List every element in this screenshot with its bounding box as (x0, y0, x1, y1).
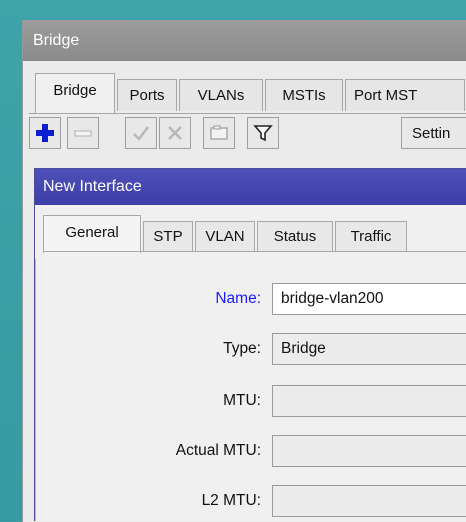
remove-button[interactable] (67, 117, 99, 149)
comment-button[interactable] (203, 117, 235, 149)
l2mtu-input[interactable] (272, 485, 466, 517)
l2mtu-label: L2 MTU: (201, 492, 261, 509)
actual-mtu-row: Actual MTU: (36, 435, 466, 469)
tab-divider (29, 113, 466, 114)
dialog-tab-divider (43, 251, 466, 252)
settings-button[interactable]: Settin (401, 117, 466, 149)
type-field: Bridge (272, 333, 466, 365)
check-icon (133, 126, 149, 141)
tab-ports[interactable]: Ports (117, 79, 177, 111)
enable-button[interactable] (125, 117, 157, 149)
actual-mtu-field (272, 435, 466, 467)
general-form: Name: bridge-vlan200 Type: Bridge MTU: A… (35, 259, 466, 521)
tab-bridge[interactable]: Bridge (35, 73, 115, 113)
tab-stp[interactable]: STP (143, 221, 193, 251)
tab-port-mst[interactable]: Port MST (345, 79, 465, 111)
name-input[interactable]: bridge-vlan200 (272, 283, 466, 315)
tab-mstis[interactable]: MSTIs (265, 79, 343, 111)
name-label: Name: (215, 290, 261, 307)
filter-button[interactable] (247, 117, 279, 149)
mtu-row: MTU: (36, 385, 466, 419)
add-button[interactable] (29, 117, 61, 149)
dialog-title: New Interface (35, 169, 466, 205)
minus-icon (74, 130, 92, 137)
x-icon (168, 126, 182, 140)
bridge-toolbar: Settin (29, 117, 466, 157)
dialog-tabbar: General STP VLAN Status Traffic (43, 213, 466, 259)
l2mtu-row: L2 MTU: (36, 485, 466, 519)
tab-general[interactable]: General (43, 215, 141, 253)
disable-button[interactable] (159, 117, 191, 149)
bridge-window-title: Bridge (23, 21, 466, 61)
mtu-input[interactable] (272, 385, 466, 417)
tab-vlans[interactable]: VLANs (179, 79, 263, 111)
mtu-label: MTU: (223, 392, 261, 409)
type-row: Type: Bridge (36, 333, 466, 367)
tab-status[interactable]: Status (257, 221, 333, 251)
type-label: Type: (223, 340, 261, 357)
plus-icon (36, 124, 54, 142)
tab-traffic[interactable]: Traffic (335, 221, 407, 251)
new-interface-dialog: New Interface General STP VLAN Status Tr… (34, 168, 466, 521)
actual-mtu-label: Actual MTU: (175, 442, 261, 459)
tab-vlan[interactable]: VLAN (195, 221, 255, 251)
bridge-tabbar: Bridge Ports VLANs MSTIs Port MST (29, 69, 466, 123)
name-row: Name: bridge-vlan200 (36, 283, 466, 317)
comment-icon (210, 125, 228, 140)
filter-icon (253, 125, 273, 142)
